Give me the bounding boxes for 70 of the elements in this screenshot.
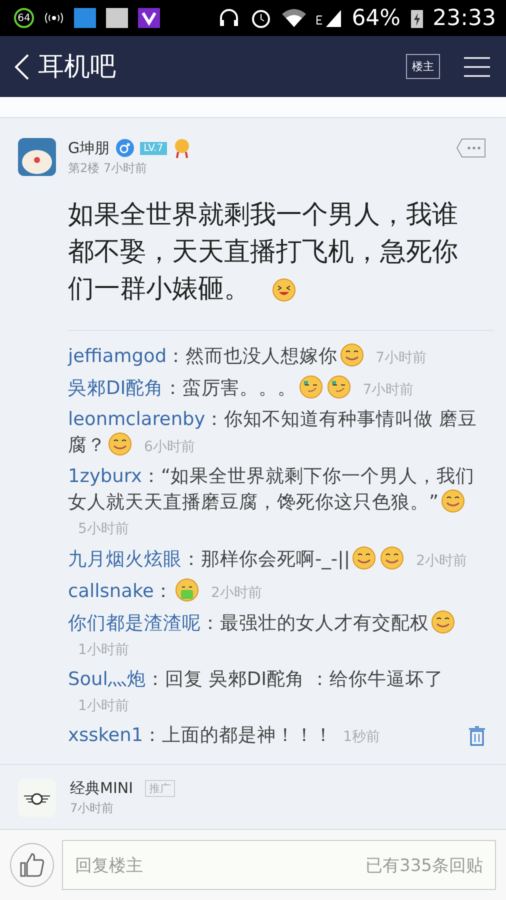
reply-field[interactable]: 回复楼主 已有335条回贴 xyxy=(62,840,496,890)
app-icon xyxy=(74,7,96,29)
page-title: 耳机吧 xyxy=(38,51,117,84)
comment-username[interactable]: jeffiamgod xyxy=(68,346,167,367)
smiley-icon xyxy=(272,278,296,302)
male-icon xyxy=(116,139,134,157)
comment-username[interactable]: 九月烟火炫眼 xyxy=(68,549,182,570)
comment-text: xssken1：上面的都是神！！！ 1秒前 xyxy=(68,724,382,748)
app-icon xyxy=(138,7,160,29)
smiley-icon xyxy=(380,546,404,570)
comment-username[interactable]: 你们都是渣渣呢 xyxy=(68,613,201,634)
delete-icon[interactable] xyxy=(468,726,486,746)
smiley-icon xyxy=(326,375,351,399)
comment-username[interactable]: 吳郲DI酡角 xyxy=(68,378,164,399)
ad-name[interactable]: 经典MINI xyxy=(70,779,134,798)
sick-emoticon-icon xyxy=(174,578,199,602)
back-icon[interactable] xyxy=(14,52,30,80)
comment-time: 1小时前 xyxy=(78,642,129,658)
headphones-icon xyxy=(218,7,240,29)
comment-text: 九月烟火炫眼：那样你会死啊-_-|| 2小时前 xyxy=(68,546,486,574)
comment-time: 6小时前 xyxy=(144,439,195,455)
comment-username[interactable]: xssken1 xyxy=(68,725,144,746)
comment-username[interactable]: 1zyburx xyxy=(68,466,142,487)
more-options-icon[interactable] xyxy=(456,138,486,158)
comment-time: 1小时前 xyxy=(78,698,129,714)
app-icon xyxy=(106,7,128,29)
avatar[interactable] xyxy=(18,138,56,176)
comment-text: Soul灬炮：回复 吳郲DI酡角 ：给你牛逼坏了 1小时前 xyxy=(68,668,444,716)
comment-time: 1秒前 xyxy=(343,729,380,745)
reply-count: 已有335条回贴 xyxy=(366,854,483,876)
comment-time: 2小时前 xyxy=(210,585,262,601)
ad-logo xyxy=(18,779,56,817)
author-name[interactable]: G坤朋 xyxy=(68,138,110,158)
comment-text: 1zyburx：“如果全世界就剩下你一个男人，我们女人就天天直播磨豆腐，馋死你这只色狼。” 5小时前 xyxy=(68,465,476,539)
comment-username[interactable]: Soul灬炮 xyxy=(68,669,146,690)
reply-placeholder: 回复楼主 xyxy=(75,854,143,876)
smiley-icon xyxy=(108,432,132,456)
comment-text: 你们都是渣渣呢：最强壮的女人才有交配权 1小时前 xyxy=(68,610,486,663)
owner-only-button[interactable]: 楼主 xyxy=(406,54,440,79)
comment-username[interactable]: leonmclarenby xyxy=(68,409,206,430)
clock: 23:33 xyxy=(432,6,496,30)
level-badge: LV.7 xyxy=(140,142,168,154)
smiley-icon xyxy=(340,343,364,367)
comment-time: 7小时前 xyxy=(376,350,426,366)
comment-text: callsnake： 2小时前 xyxy=(68,578,486,606)
battery-level: 64% xyxy=(352,6,401,30)
smiley-icon xyxy=(298,375,323,399)
comment-time: 5小时前 xyxy=(78,521,129,537)
post-body: 如果全世界就剩我一个男人，我谁都不娶，天天直播打飞机，急死你们一群小婊砸。 xyxy=(68,199,459,306)
like-button[interactable] xyxy=(10,843,54,887)
thumbs-up-icon xyxy=(19,852,45,878)
comment-time: 7小时前 xyxy=(362,382,414,398)
status-badge: 64 xyxy=(14,8,34,28)
ad-time: 7小时前 xyxy=(70,800,115,817)
smiley-icon xyxy=(352,546,376,570)
smiley-icon xyxy=(431,610,455,634)
medal-icon xyxy=(173,138,192,158)
wifi-icon xyxy=(282,8,306,28)
comment-text: leonmclarenby：你知不知道有种事情叫做 磨豆腐？ 6小时前 xyxy=(68,408,478,458)
signal-icon xyxy=(316,8,342,28)
comment-text: 吳郲DI酡角：蛮厉害。。。 7小时前 xyxy=(68,375,486,403)
post-meta: 第2楼 7小时前 xyxy=(68,160,148,177)
comment-username[interactable]: callsnake xyxy=(68,581,154,602)
promo-tag: 推广 xyxy=(145,780,176,797)
comment-text: jeffiamgod：然而也没人想嫁你 7小时前 xyxy=(68,343,486,371)
battery-icon xyxy=(410,8,423,28)
comment-time: 2小时前 xyxy=(416,553,467,569)
smiley-icon xyxy=(440,489,465,513)
menu-icon[interactable] xyxy=(464,56,490,78)
alarm-icon xyxy=(250,7,272,29)
